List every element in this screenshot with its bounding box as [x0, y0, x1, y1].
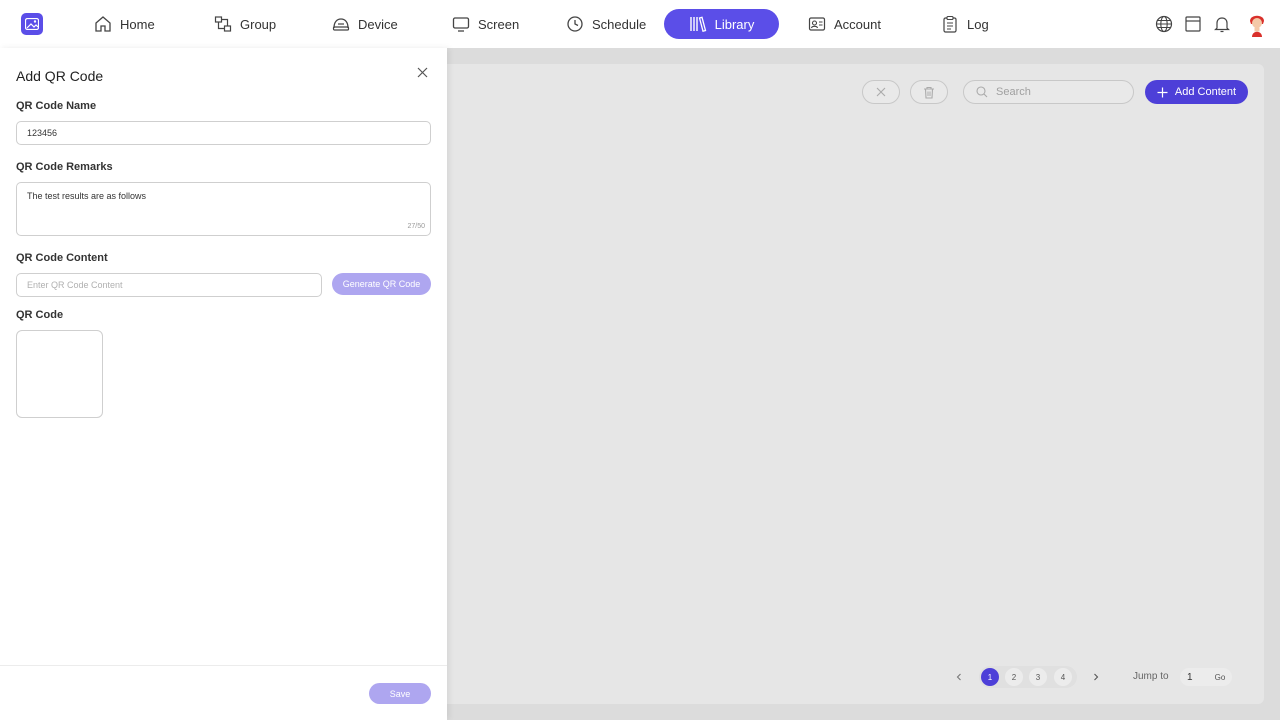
top-nav-bar: Home Group Device Screen Schedule Librar… — [0, 0, 1280, 48]
qr-code-preview — [16, 330, 103, 418]
nav-schedule-label: Schedule — [592, 16, 647, 32]
home-icon — [95, 16, 111, 32]
archive-icon[interactable] — [1183, 14, 1203, 34]
nav-account[interactable]: Account — [796, 9, 893, 39]
nav-screen[interactable]: Screen — [440, 9, 531, 39]
go-button[interactable]: Go — [1211, 670, 1229, 684]
library-icon — [689, 16, 706, 33]
qr-code-label: QR Code — [16, 309, 64, 321]
clock-icon — [567, 16, 583, 32]
globe-icon[interactable] — [1154, 14, 1174, 34]
app-logo[interactable] — [21, 13, 43, 35]
avatar[interactable] — [1245, 11, 1269, 37]
nav-device-label: Device — [358, 16, 398, 32]
close-icon[interactable] — [416, 66, 429, 79]
trash-icon — [924, 86, 934, 99]
nav-home[interactable]: Home — [82, 9, 167, 39]
group-icon — [214, 16, 232, 32]
nav-log-label: Log — [967, 16, 989, 32]
next-page-icon[interactable] — [1090, 671, 1102, 683]
search-icon — [976, 86, 988, 98]
nav-device[interactable]: Device — [320, 9, 410, 39]
qr-remarks-value: The test results are as follows — [27, 191, 147, 201]
device-icon — [332, 18, 350, 31]
delete-button[interactable] — [910, 80, 948, 104]
qr-content-label: QR Code Content — [16, 252, 108, 264]
drawer-title: Add QR Code — [16, 68, 104, 84]
jump-to-input[interactable]: 1 Go — [1180, 668, 1232, 686]
page-2-button[interactable]: 2 — [1005, 668, 1023, 686]
nav-account-label: Account — [834, 16, 881, 32]
close-icon — [876, 87, 886, 97]
nav-group-label: Group — [240, 16, 277, 32]
add-content-button[interactable]: Add Content — [1145, 80, 1248, 104]
screen-icon — [452, 17, 470, 32]
search-input[interactable] — [996, 86, 1126, 98]
qr-content-placeholder: Enter QR Code Content — [27, 280, 123, 290]
search-box[interactable] — [963, 80, 1134, 104]
plus-icon — [1157, 87, 1168, 97]
bell-icon[interactable] — [1212, 14, 1232, 34]
qr-content-input[interactable]: Enter QR Code Content — [16, 273, 322, 297]
jump-to-label: Jump to — [1133, 671, 1169, 682]
qr-name-input[interactable]: 123456 — [16, 121, 431, 145]
nav-library-label: Library — [714, 16, 755, 32]
nav-library[interactable]: Library — [664, 9, 779, 39]
jump-to-value: 1 — [1187, 671, 1193, 683]
prev-page-icon[interactable] — [953, 671, 965, 683]
add-content-label: Add Content — [1174, 86, 1237, 98]
add-qr-code-drawer: Add QR Code QR Code Name 123456 QR Code … — [0, 48, 447, 720]
qr-remarks-textarea[interactable]: The test results are as follows 27/50 — [16, 182, 431, 236]
nav-screen-label: Screen — [478, 16, 520, 32]
qr-name-value: 123456 — [27, 128, 58, 138]
generate-qr-code-button[interactable]: Generate QR Code — [332, 273, 431, 295]
page-3-button[interactable]: 3 — [1029, 668, 1047, 686]
nav-schedule[interactable]: Schedule — [554, 9, 658, 39]
nav-group[interactable]: Group — [202, 9, 288, 39]
clipboard-icon — [943, 15, 957, 33]
qr-remarks-label: QR Code Remarks — [16, 161, 113, 173]
nav-home-label: Home — [120, 16, 155, 32]
nav-log[interactable]: Log — [929, 9, 1001, 39]
remarks-char-counter: 27/50 — [407, 223, 425, 230]
clear-button[interactable] — [862, 80, 900, 104]
drawer-footer-divider — [0, 665, 447, 666]
save-button[interactable]: Save — [369, 683, 431, 704]
page-1-button[interactable]: 1 — [981, 668, 999, 686]
qr-name-label: QR Code Name — [16, 100, 97, 112]
page-4-button[interactable]: 4 — [1054, 668, 1072, 686]
account-icon — [808, 17, 826, 31]
